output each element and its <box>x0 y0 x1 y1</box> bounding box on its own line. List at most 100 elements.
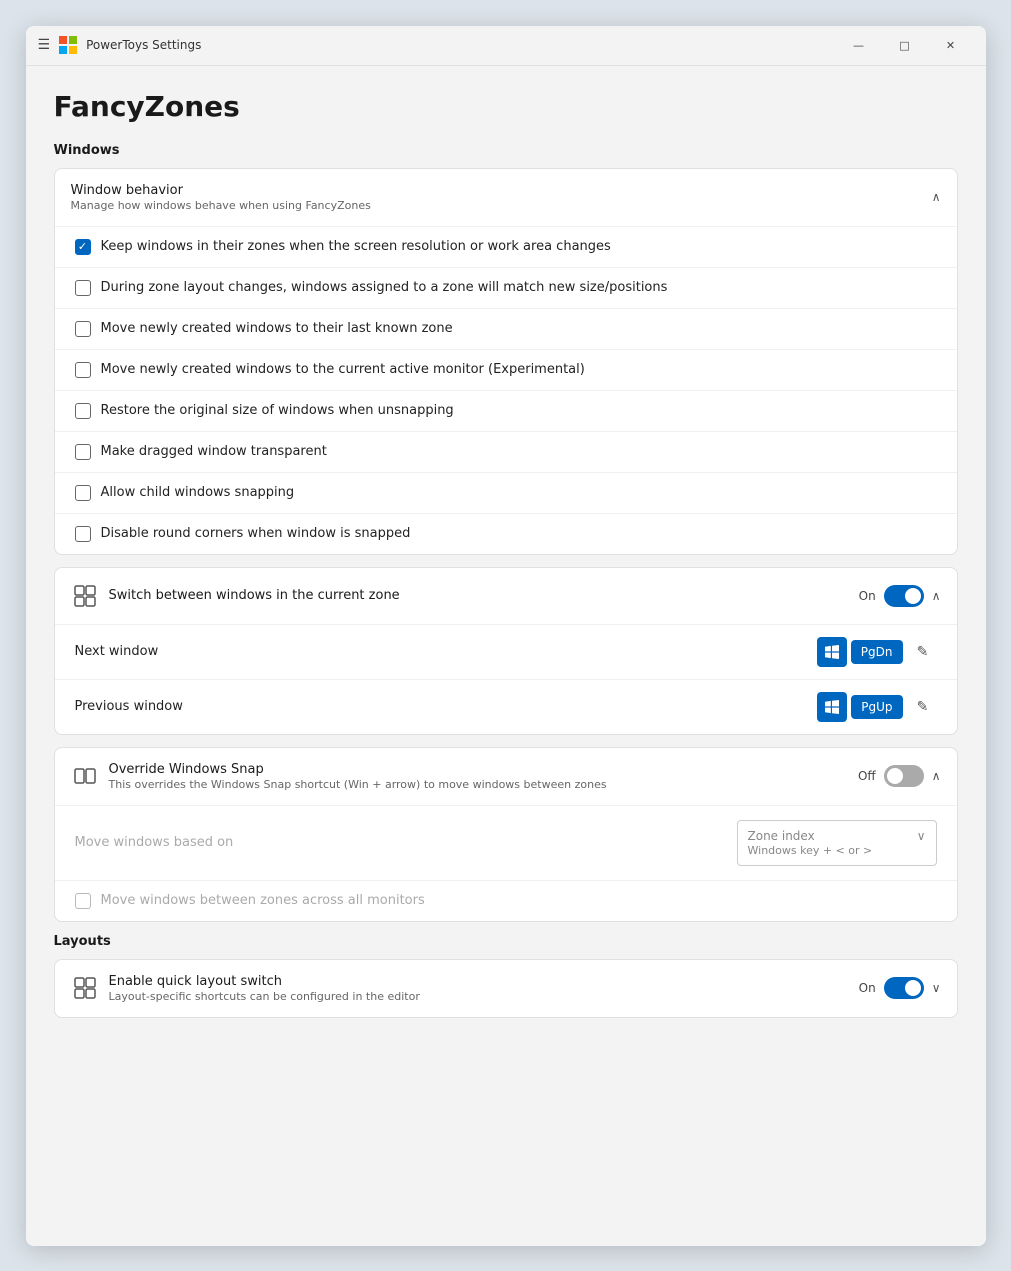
checkbox-6-label: Make dragged window transparent <box>101 444 327 459</box>
card-subtitle: Manage how windows behave when using Fan… <box>71 199 371 212</box>
checkbox-8-label: Disable round corners when window is sna… <box>101 526 411 541</box>
override-snap-toggle-label: Off <box>858 769 876 783</box>
checkbox-4[interactable] <box>75 362 91 378</box>
switch-zone-text: Switch between windows in the current zo… <box>109 588 400 603</box>
quick-layout-toggle-label: On <box>859 981 876 995</box>
zone-index-dropdown[interactable]: Zone index ∨ Windows key + < or > <box>737 820 937 866</box>
close-button[interactable]: ✕ <box>928 29 974 61</box>
header-text: Window behavior Manage how windows behav… <box>71 183 371 212</box>
switch-zone-toggle-label: On <box>859 589 876 603</box>
menu-icon[interactable]: ☰ <box>38 37 51 53</box>
pgup-key-badge: PgUp <box>851 695 902 719</box>
header-right: ∧ <box>932 190 941 204</box>
quick-layout-subtitle: Layout-specific shortcuts can be configu… <box>109 990 420 1003</box>
move-all-monitors-checkbox <box>75 893 91 909</box>
quick-layout-icon <box>71 974 99 1002</box>
switch-zone-chevron[interactable]: ∧ <box>932 589 941 603</box>
override-snap-chevron[interactable]: ∧ <box>932 769 941 783</box>
dropdown-sub-text: Windows key + < or > <box>748 844 926 857</box>
next-window-edit-button[interactable]: ✎ <box>909 638 937 666</box>
pgdn-key-badge: PgDn <box>851 640 903 664</box>
window-behavior-card: Window behavior Manage how windows behav… <box>54 168 958 555</box>
prev-window-keys: PgUp <box>817 692 902 722</box>
checkbox-row-1: Keep windows in their zones when the scr… <box>55 226 957 267</box>
override-snap-header[interactable]: Override Windows Snap This overrides the… <box>55 748 957 805</box>
window-behavior-header[interactable]: Window behavior Manage how windows behav… <box>55 169 957 226</box>
checkbox-1[interactable] <box>75 239 91 255</box>
checkbox-8[interactable] <box>75 526 91 542</box>
titlebar-title: PowerToys Settings <box>86 38 827 52</box>
switch-zone-title: Switch between windows in the current zo… <box>109 588 400 603</box>
override-snap-toggle[interactable] <box>884 765 924 787</box>
prev-window-edit-button[interactable]: ✎ <box>909 693 937 721</box>
prev-window-row: Previous window PgUp ✎ <box>55 679 957 734</box>
switch-zone-icon <box>71 582 99 610</box>
prev-window-controls: PgUp ✎ <box>817 692 936 722</box>
switch-header-left: Switch between windows in the current zo… <box>71 582 400 610</box>
card-title: Window behavior <box>71 183 371 198</box>
switch-zone-toggle[interactable] <box>884 585 924 607</box>
toggle-thumb <box>905 588 921 604</box>
override-snap-title: Override Windows Snap <box>109 762 607 777</box>
page-title: FancyZones <box>54 90 958 123</box>
override-snap-icon <box>71 762 99 790</box>
prev-window-label: Previous window <box>75 699 183 714</box>
layouts-section-label: Layouts <box>54 934 958 949</box>
quick-layout-right: On ∨ <box>859 977 941 999</box>
next-window-label: Next window <box>75 644 159 659</box>
checkbox-3-label: Move newly created windows to their last… <box>101 321 453 336</box>
header-left: Window behavior Manage how windows behav… <box>71 183 371 212</box>
quick-layout-card: Enable quick layout switch Layout-specif… <box>54 959 958 1018</box>
quick-layout-toggle-thumb <box>905 980 921 996</box>
minimize-button[interactable]: — <box>836 29 882 61</box>
next-window-controls: PgDn ✎ <box>817 637 937 667</box>
checkbox-row-3: Move newly created windows to their last… <box>55 308 957 349</box>
win-key-badge-next <box>817 637 847 667</box>
checkbox-6[interactable] <box>75 444 91 460</box>
checkbox-row-8: Disable round corners when window is sna… <box>55 513 957 554</box>
window-controls: — □ ✕ <box>836 29 974 61</box>
checkbox-7[interactable] <box>75 485 91 501</box>
checkbox-3[interactable] <box>75 321 91 337</box>
quick-layout-chevron[interactable]: ∨ <box>932 981 941 995</box>
override-snap-card: Override Windows Snap This overrides the… <box>54 747 958 922</box>
chevron-up-icon[interactable]: ∧ <box>932 190 941 204</box>
dropdown-chevron-icon: ∨ <box>917 829 926 843</box>
switch-zone-card: Switch between windows in the current zo… <box>54 567 958 735</box>
quick-layout-title: Enable quick layout switch <box>109 974 420 989</box>
quick-layout-toggle[interactable] <box>884 977 924 999</box>
next-window-row: Next window PgDn ✎ <box>55 624 957 679</box>
checkbox-row-5: Restore the original size of windows whe… <box>55 390 957 431</box>
checkbox-row-6: Make dragged window transparent <box>55 431 957 472</box>
move-based-row: Move windows based on Zone index ∨ Windo… <box>55 805 957 880</box>
checkbox-7-label: Allow child windows snapping <box>101 485 295 500</box>
layouts-section: Layouts Enable quick l <box>54 934 958 1018</box>
switch-zone-right: On ∧ <box>859 585 941 607</box>
app-logo <box>58 35 78 55</box>
move-all-monitors-label: Move windows between zones across all mo… <box>101 893 425 908</box>
windows-section-label: Windows <box>54 143 958 158</box>
checkbox-2[interactable] <box>75 280 91 296</box>
switch-zone-header[interactable]: Switch between windows in the current zo… <box>55 568 957 624</box>
override-snap-header-left: Override Windows Snap This overrides the… <box>71 762 607 791</box>
win-key-badge-prev <box>817 692 847 722</box>
override-snap-text: Override Windows Snap This overrides the… <box>109 762 607 791</box>
checkbox-5-label: Restore the original size of windows whe… <box>101 403 454 418</box>
titlebar: ☰ PowerToys Settings — □ ✕ <box>26 26 986 66</box>
checkbox-row-2: During zone layout changes, windows assi… <box>55 267 957 308</box>
checkbox-1-label: Keep windows in their zones when the scr… <box>101 239 611 254</box>
checkbox-4-label: Move newly created windows to the curren… <box>101 362 585 377</box>
checkbox-5[interactable] <box>75 403 91 419</box>
dropdown-main-text: Zone index <box>748 829 815 843</box>
quick-layout-header[interactable]: Enable quick layout switch Layout-specif… <box>55 960 957 1017</box>
dropdown-top-row: Zone index ∨ <box>748 829 926 843</box>
next-window-keys: PgDn <box>817 637 903 667</box>
maximize-button[interactable]: □ <box>882 29 928 61</box>
checkbox-row-7: Allow child windows snapping <box>55 472 957 513</box>
move-based-label: Move windows based on <box>75 835 234 850</box>
override-snap-subtitle: This overrides the Windows Snap shortcut… <box>109 778 607 791</box>
move-all-monitors-row: Move windows between zones across all mo… <box>55 880 957 921</box>
main-content: FancyZones Windows Window behavior Manag… <box>26 66 986 1246</box>
app-window: ☰ PowerToys Settings — □ ✕ FancyZones Wi… <box>26 26 986 1246</box>
override-snap-right: Off ∧ <box>858 765 941 787</box>
